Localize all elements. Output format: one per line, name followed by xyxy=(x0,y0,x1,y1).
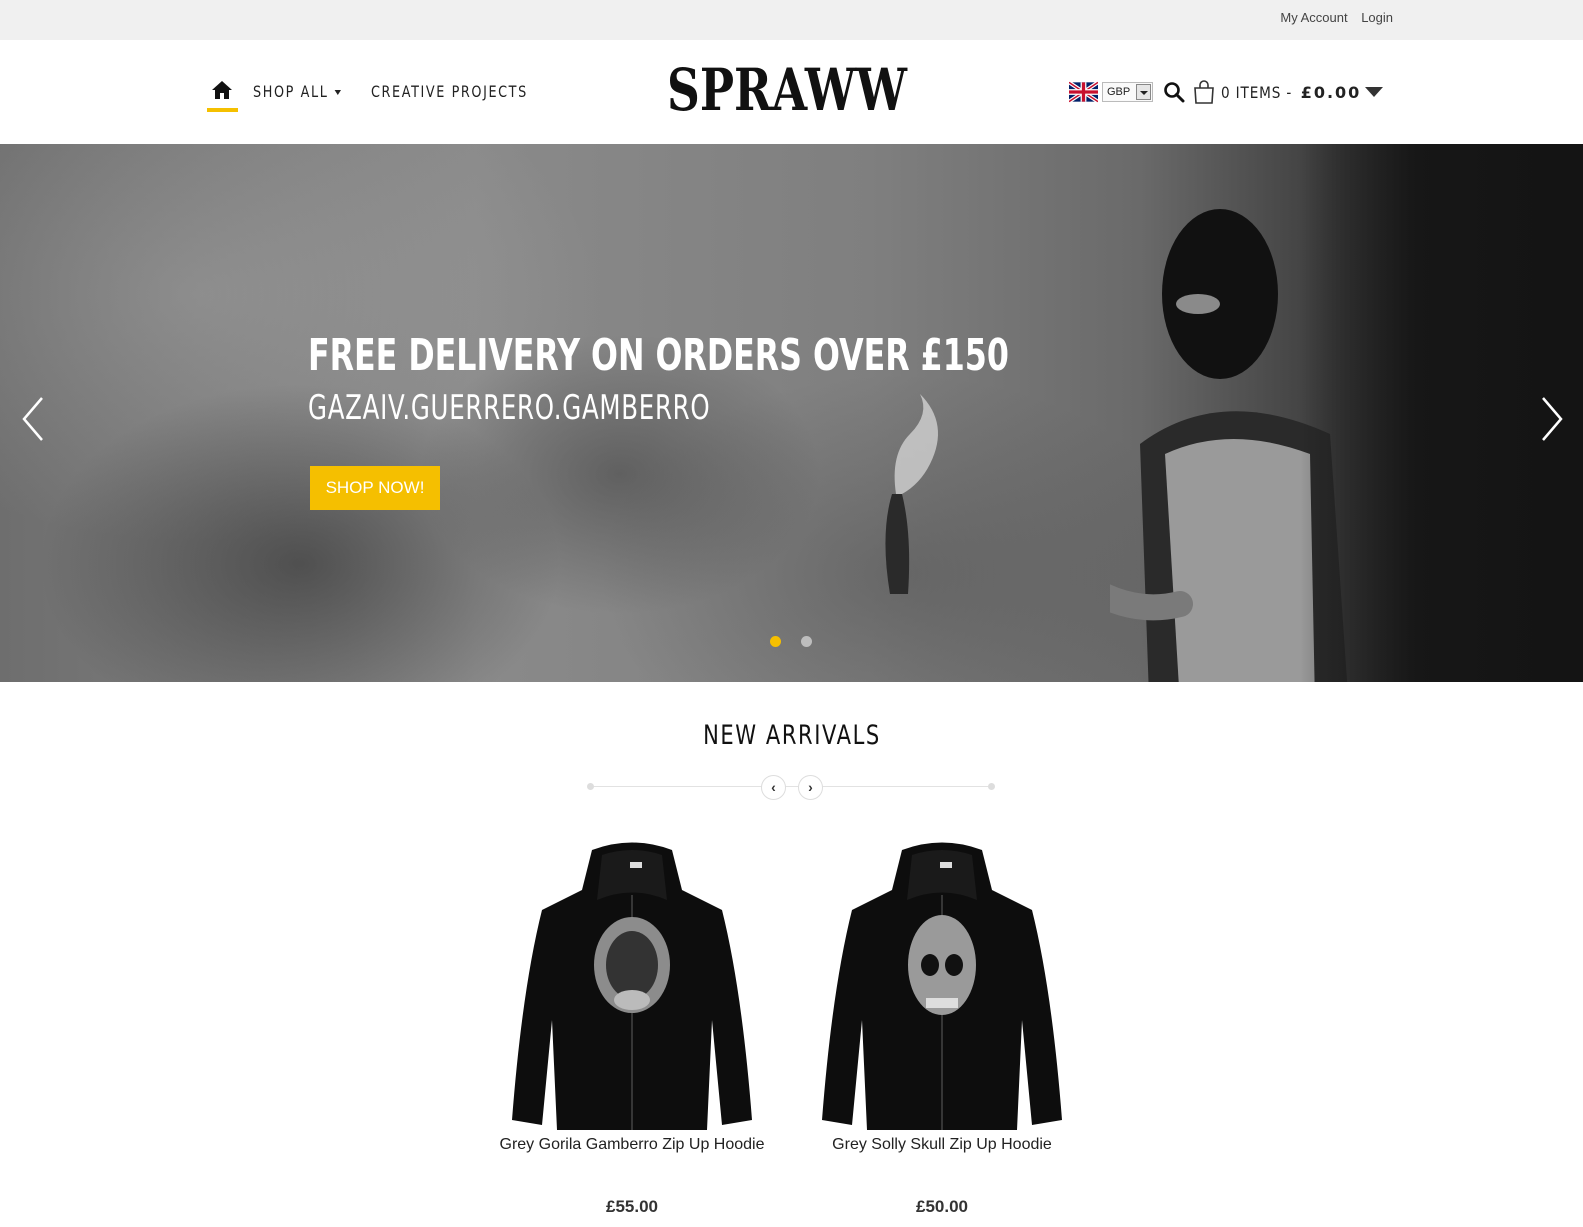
currency-select[interactable]: GBP xyxy=(1102,82,1153,102)
cart-items-count: 0 ITEMS - xyxy=(1221,82,1293,102)
product-name[interactable]: Grey Solly Skull Zip Up Hoodie xyxy=(792,1136,1092,1154)
login-link[interactable]: Login xyxy=(1361,10,1393,25)
product-card[interactable]: Grey Solly Skull Zip Up Hoodie £50.00 xyxy=(792,840,1092,1216)
account-links: My Account Login xyxy=(1270,10,1393,25)
shop-now-button[interactable]: SHOP NOW! xyxy=(310,466,440,510)
main-nav: SHOP ALL CREATIVE PROJECTS xyxy=(207,76,597,112)
shopping-bag-icon[interactable] xyxy=(1193,80,1215,104)
product-name[interactable]: Grey Gorila Gamberro Zip Up Hoodie xyxy=(482,1136,782,1154)
search-icon[interactable] xyxy=(1163,81,1185,103)
slider-next-arrow-icon[interactable] xyxy=(1537,394,1567,444)
slider-prev-arrow-icon[interactable] xyxy=(18,394,48,444)
new-arrivals-title-text: NEW ARRIVALS xyxy=(702,720,881,751)
logo-graphic: SPRAWW xyxy=(667,56,908,124)
hero-subtitle: GAZAIV.GUERRERO.GAMBERRO xyxy=(308,388,711,428)
hoodie-image xyxy=(822,842,1062,1130)
chevron-down-icon xyxy=(334,89,342,95)
uk-flag-icon[interactable] xyxy=(1069,81,1098,103)
section-divider xyxy=(587,783,995,790)
hero-slider: FREE DELIVERY ON ORDERS OVER £150 GAZAIV… xyxy=(0,144,1583,682)
cart-total: £0.00 xyxy=(1300,82,1362,102)
site-logo[interactable]: SPRAWW xyxy=(667,56,912,126)
nav-creative-projects-label: CREATIVE PROJECTS xyxy=(371,81,529,101)
active-indicator xyxy=(207,108,238,112)
nav-creative-projects[interactable]: CREATIVE PROJECTS xyxy=(371,82,528,101)
new-arrivals-title: NEW ARRIVALS xyxy=(0,720,1583,751)
home-icon xyxy=(212,81,232,99)
slider-dot-1[interactable] xyxy=(770,636,781,647)
top-utility-bar: My Account Login xyxy=(0,0,1583,40)
product-price: £50.00 xyxy=(916,1197,968,1216)
header-tools: GBP 0 ITEMS - £0.00 xyxy=(1069,78,1384,106)
bottle-image xyxy=(885,394,938,594)
site-header: SHOP ALL CREATIVE PROJECTS SPRAWW GBP 0 … xyxy=(0,40,1583,144)
product-card[interactable]: Grey Gorila Gamberro Zip Up Hoodie £55.0… xyxy=(482,840,782,1216)
hero-title: FREE DELIVERY ON ORDERS OVER £150 xyxy=(308,330,1009,381)
carousel-prev-button[interactable]: ‹ xyxy=(761,775,786,800)
logo-text: SPRAWW xyxy=(667,60,908,124)
product-image[interactable] xyxy=(822,840,1062,1140)
slider-dot-2[interactable] xyxy=(801,636,812,647)
cart-summary[interactable]: 0 ITEMS - £0.00 xyxy=(1221,83,1361,102)
hoodie-image xyxy=(512,842,752,1130)
carousel-next-button[interactable]: › xyxy=(798,775,823,800)
cart-dropdown-icon[interactable] xyxy=(1365,87,1384,97)
nav-shop-all[interactable]: SHOP ALL xyxy=(253,81,342,101)
nav-shop-all-label: SHOP ALL xyxy=(253,81,329,101)
slider-dots xyxy=(770,636,832,647)
home-button[interactable] xyxy=(207,76,238,112)
currency-value: GBP xyxy=(1107,86,1131,98)
my-account-link[interactable]: My Account xyxy=(1280,10,1347,25)
dropdown-arrow-icon xyxy=(1136,84,1151,100)
product-price: £55.00 xyxy=(606,1197,658,1216)
product-image[interactable] xyxy=(512,840,752,1140)
